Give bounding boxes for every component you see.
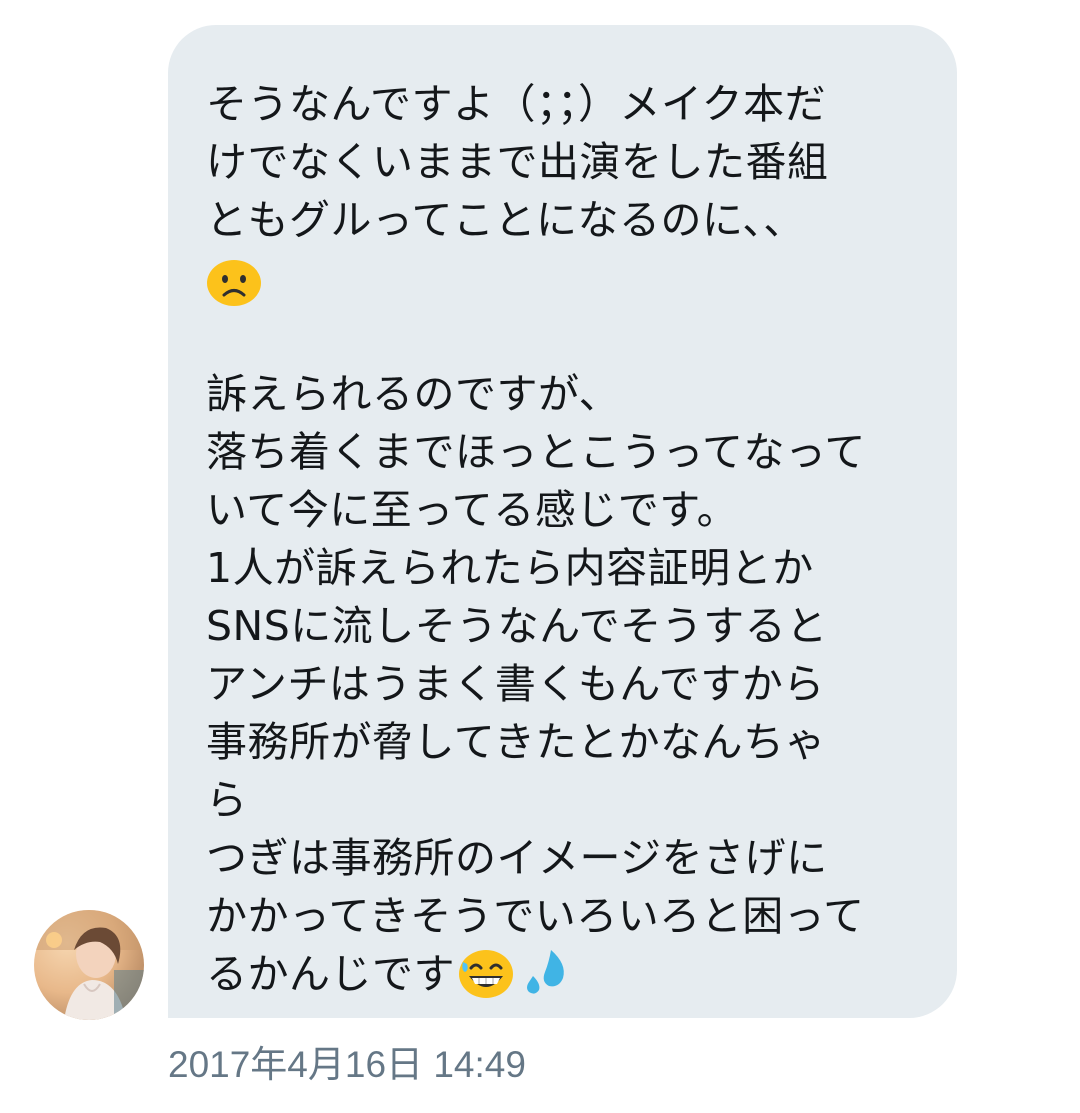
message-line: アンチはうまく書くもんですから [206, 660, 825, 708]
frowning-face-icon [206, 255, 262, 307]
message-line: つぎは事務所のイメージをさげに [206, 834, 828, 882]
message-line: 落ち着くまでほっとこうってなって [206, 428, 866, 476]
message-line-last: るかんじです [206, 945, 927, 1003]
sweat-droplets-icon [523, 946, 569, 996]
message-line: SNSに流しそうなんでそうすると [206, 602, 828, 650]
message-line-emoji [206, 249, 927, 307]
message-line-text: るかんじです [206, 950, 455, 998]
message-line: けでなくいままで出演をした番組 [206, 138, 829, 186]
message-line: 事務所が脅してきたとかなんちゃ [206, 718, 827, 766]
message-bubble[interactable]: そうなんですよ（；；）メイク本だ けでなくいままで出演をした番組 ともグルってこ… [168, 25, 957, 1018]
message-line: そうなんですよ（；；）メイク本だ [206, 80, 827, 128]
message-line: ともグルってことになるのに、、 [206, 196, 805, 244]
message-line [206, 307, 927, 365]
message-line: ら [206, 776, 248, 824]
message-line: 1人が訴えられたら内容証明とか [206, 544, 814, 592]
message-line: いて今に至ってる感じです。 [206, 486, 739, 534]
message-timestamp: 2017年4月16日 14:49 [168, 1044, 526, 1085]
avatar-image [34, 910, 144, 1020]
message-line: 訴えられるのですが、 [206, 370, 621, 418]
grinning-sweat-face-icon [457, 946, 515, 1000]
sender-avatar[interactable] [34, 910, 144, 1020]
message-line: かかってきそうでいろいろと困って [206, 892, 865, 940]
